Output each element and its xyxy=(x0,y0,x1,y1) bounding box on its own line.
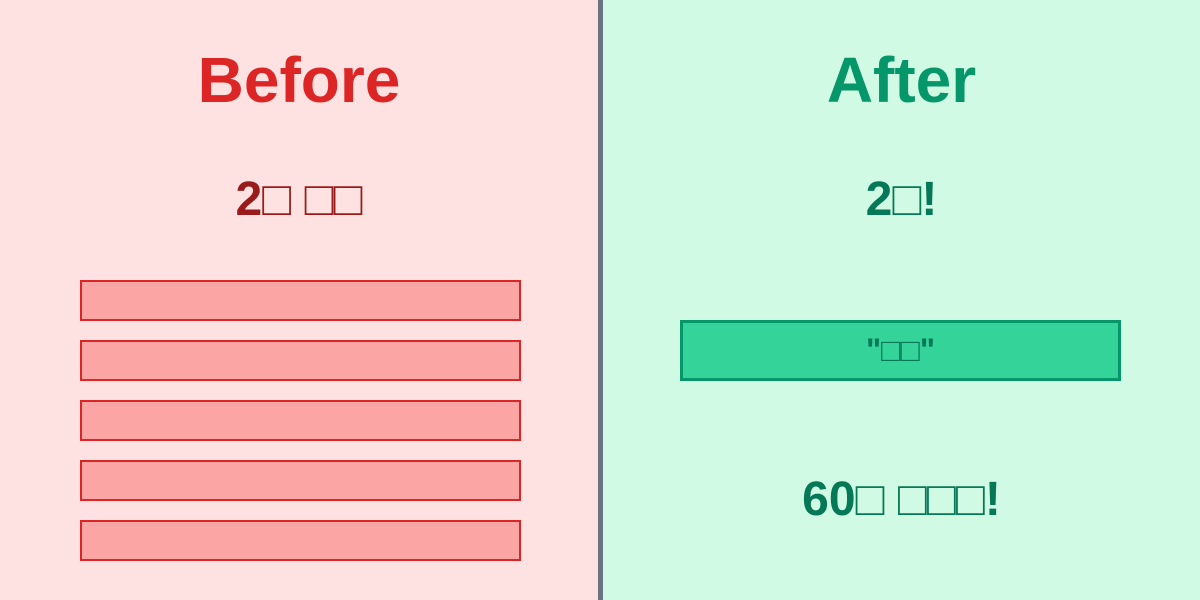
before-bar xyxy=(80,460,521,501)
before-bar-list xyxy=(80,280,521,580)
after-highlight-box: "□□" xyxy=(680,320,1121,381)
before-bar xyxy=(80,340,521,381)
before-panel: Before 2□ □□ xyxy=(0,0,598,600)
after-subtitle: 2□! xyxy=(865,173,938,226)
before-bar xyxy=(80,280,521,321)
before-subtitle: 2□ □□ xyxy=(235,173,363,226)
after-panel: After 2□! "□□" 60□ □□□! xyxy=(603,0,1200,600)
before-bar xyxy=(80,520,521,561)
before-bar xyxy=(80,400,521,441)
after-bottom-text: 60□ □□□! xyxy=(802,473,1001,526)
after-title: After xyxy=(826,44,977,116)
before-title: Before xyxy=(197,44,401,116)
comparison-stage: Before 2□ □□ After 2□! "□□" 60□ □□□! xyxy=(0,0,1200,600)
